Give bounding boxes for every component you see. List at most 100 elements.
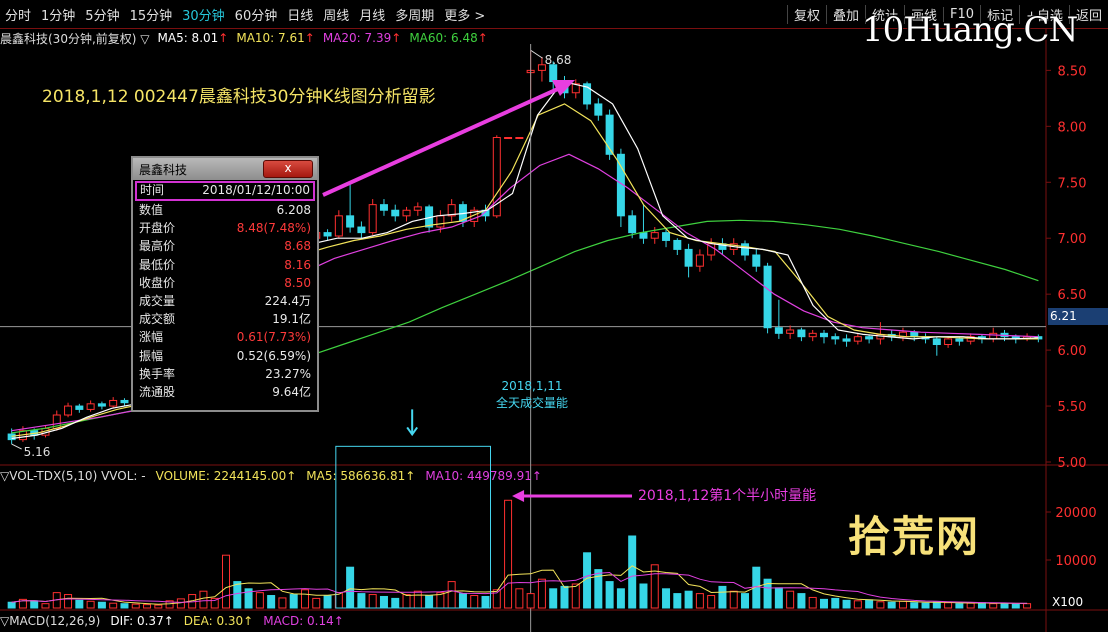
volume-bar <box>549 588 558 609</box>
volume-bar <box>289 594 298 609</box>
candle-body <box>989 332 998 340</box>
close-button[interactable]: x <box>263 160 313 178</box>
candle-body <box>955 338 964 342</box>
price-tick-label: 5.50 <box>1058 400 1087 415</box>
candle-body <box>402 209 411 217</box>
candle-body <box>853 336 862 342</box>
volume-bar <box>481 595 490 609</box>
candle-body <box>819 332 828 338</box>
candle-body <box>75 405 84 410</box>
volume-bar <box>402 594 411 609</box>
candle-body <box>86 403 95 410</box>
volume-bar <box>447 581 456 609</box>
volume-bar <box>662 588 671 609</box>
candle-body <box>357 226 366 234</box>
price-tick-label: 6.50 <box>1058 288 1087 303</box>
candle-body <box>741 243 750 256</box>
info-row-value: 8.68 <box>284 239 311 254</box>
volume-bar <box>921 602 930 609</box>
candle-body <box>831 336 840 340</box>
candle-body <box>413 206 422 211</box>
info-row-11: 流通股 9.64亿 <box>133 383 317 401</box>
info-row-6: 成交量 224.4万 <box>133 292 317 310</box>
volume-bar <box>808 596 817 609</box>
info-window-titlebar[interactable]: 晨鑫科技 x <box>133 158 317 180</box>
high-pointer <box>530 49 543 59</box>
info-row-key: 开盘价 <box>139 221 176 236</box>
volume-bar <box>876 601 885 609</box>
volume-bar <box>458 593 467 609</box>
volume-bar <box>774 587 783 609</box>
volume-bar <box>154 604 163 609</box>
candle-body <box>797 329 806 338</box>
volume-bar <box>560 585 569 609</box>
vol-indicator-title[interactable]: ▽VOL-TDX(5,10) VVOL: - <box>0 469 146 483</box>
candle-body <box>865 336 874 340</box>
info-row-2: 开盘价 8.48(7.48%) <box>133 219 317 237</box>
volume-bar <box>425 595 434 609</box>
info-row-value: 0.52(6.59%) <box>236 348 311 363</box>
volume-bar <box>707 595 716 609</box>
volume-bar <box>673 593 682 609</box>
volume-bar <box>515 588 524 609</box>
volume-bar <box>504 499 513 609</box>
info-row-value: 8.50 <box>284 275 311 290</box>
stock-chart-window: 分时 1分钟 5分钟 15分钟 30分钟 60分钟 日线 周线 月线 多周期 更多 > 复权 叠加 统计画… <box>0 0 1108 632</box>
volume-bar <box>97 601 106 609</box>
volume-bar <box>391 597 400 609</box>
info-row-9: 振幅 0.52(6.59%) <box>133 347 317 365</box>
info-row-10: 换手率 23.27% <box>133 365 317 383</box>
candle-body <box>504 137 513 140</box>
price-tick-label: 5.00 <box>1058 456 1087 471</box>
volume-bar <box>120 603 129 609</box>
candle-body <box>436 215 445 228</box>
candle-body <box>910 331 919 338</box>
candle-body <box>786 329 795 334</box>
volume-note-date: 2018,1,11 <box>501 379 563 393</box>
info-row-key: 最低价 <box>139 257 176 272</box>
macd-value: MACD: 0.14↑ <box>263 614 344 628</box>
volume-bar <box>109 602 118 609</box>
candle-body <box>763 265 772 329</box>
volume-bar <box>819 598 828 609</box>
volume-bar <box>199 590 208 609</box>
volume-bar-label: 2018,1,12第1个半小时量能 <box>638 488 817 504</box>
info-row-value: 6.208 <box>276 203 311 217</box>
volume-bar <box>898 600 907 609</box>
info-row-key: 涨幅 <box>139 330 164 345</box>
price-tick-label: 7.00 <box>1058 232 1087 247</box>
candle-body <box>662 232 671 241</box>
info-row-key: 振幅 <box>139 348 164 363</box>
candle-body <box>334 215 343 237</box>
volume-bar <box>131 603 140 609</box>
macd-indicator-title[interactable]: ▽MACD(12,26,9) <box>0 614 100 628</box>
volume-bar <box>143 604 152 609</box>
info-row-value: 23.27% <box>265 366 311 381</box>
info-row-value: 9.64亿 <box>272 384 311 399</box>
candle-body <box>808 332 817 338</box>
volume-bar <box>571 583 580 609</box>
info-row-key: 流通股 <box>139 384 176 399</box>
info-row-value: 19.1亿 <box>272 312 311 327</box>
volume-bar <box>932 601 941 609</box>
info-row-key: 最高价 <box>139 239 176 254</box>
volume-bar <box>605 581 614 609</box>
info-row-5: 收盘价 8.50 <box>133 274 317 292</box>
candle-body <box>684 248 693 267</box>
volume-bar <box>853 600 862 609</box>
volume-bar <box>729 590 738 609</box>
candle-body <box>391 209 400 217</box>
low-pointer <box>11 443 22 450</box>
candle-body <box>695 254 704 267</box>
macd-dif-value: DIF: 0.37↑ <box>110 614 174 628</box>
volume-bar <box>86 600 95 609</box>
volume-bar <box>41 603 50 609</box>
macd-legend: ▽MACD(12,26,9) DIF: 0.37↑ DEA: 0.30↑ MAC… <box>0 612 344 630</box>
candle-body <box>109 399 118 407</box>
quote-info-window[interactable]: 晨鑫科技 x 时间 2018/01/12/10:00 数值 6.208 开盘价 8.48(… <box>131 156 319 412</box>
volume-bar <box>695 593 704 609</box>
volume-legend: ▽VOL-TDX(5,10) VVOL: - VOLUME: 2244145.0… <box>0 467 542 485</box>
info-row-1: 数值 6.208 <box>133 201 317 219</box>
volume-bar <box>616 588 625 609</box>
candle-body <box>549 64 558 83</box>
